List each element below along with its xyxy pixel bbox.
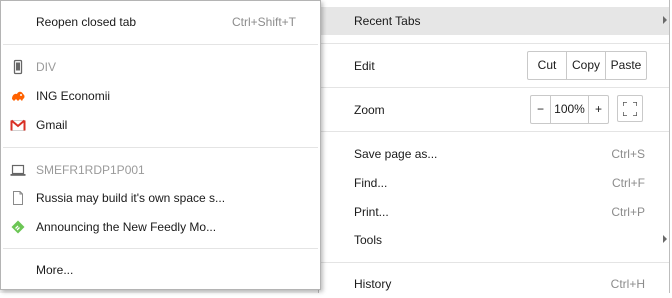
chrome-main-menu: Recent Tabs Edit Cut Copy Paste Zoom − 1… <box>318 0 670 293</box>
zoom-out-button[interactable]: − <box>531 96 550 123</box>
menu-item-more[interactable]: More... <box>1 256 320 284</box>
device-header-smefr1rdp1p001: SMEFR1RDP1P001 <box>1 156 320 184</box>
zoom-in-button[interactable]: + <box>588 96 608 123</box>
tab-title: ING Economii <box>36 89 111 103</box>
edit-button-group: Cut Copy Paste <box>527 51 647 80</box>
shortcut-label: Ctrl+S <box>611 147 645 161</box>
cut-button[interactable]: Cut <box>528 52 566 79</box>
menu-separator <box>319 87 669 88</box>
menu-separator <box>319 262 669 263</box>
zoom-level: 100% <box>550 96 588 123</box>
laptop-icon <box>10 164 26 176</box>
feedly-icon <box>11 220 25 234</box>
shortcut-label: Ctrl+H <box>610 277 645 291</box>
menu-item-label: Print... <box>354 205 389 219</box>
recent-tabs-submenu: Reopen closed tab Ctrl+Shift+T DIV ING E… <box>0 0 321 290</box>
tab-title: Russia may build it's own space s... <box>36 191 226 205</box>
menu-item-recent-tabs[interactable]: Recent Tabs <box>319 7 669 35</box>
menu-item-label: Zoom <box>354 103 385 117</box>
tab-title: Gmail <box>36 118 68 132</box>
zoom-control: − 100% + <box>530 95 609 124</box>
menu-item-reopen-closed-tab[interactable]: Reopen closed tab Ctrl+Shift+T <box>1 8 320 36</box>
submenu-arrow-icon <box>663 235 667 243</box>
fullscreen-button[interactable] <box>617 95 643 122</box>
menu-separator <box>3 44 318 45</box>
menu-separator <box>3 147 318 148</box>
fullscreen-icon <box>623 102 637 116</box>
menu-separator <box>319 131 669 132</box>
device-name: SMEFR1RDP1P001 <box>36 163 145 177</box>
menu-separator <box>3 248 318 249</box>
recent-tab-item[interactable]: Gmail <box>1 111 320 139</box>
menu-item-label: More... <box>36 263 74 277</box>
recent-tab-item[interactable]: Announcing the New Feedly Mo... <box>1 213 320 241</box>
menu-item-label: Find... <box>354 176 388 190</box>
menu-item-label: History <box>354 277 392 291</box>
menu-item-label: Save page as... <box>354 147 438 161</box>
shortcut-label: Ctrl+Shift+T <box>231 15 296 29</box>
menu-item-label: Edit <box>354 59 375 73</box>
gmail-icon <box>10 119 26 131</box>
ing-lion-icon <box>12 91 25 101</box>
shortcut-label: Ctrl+F <box>612 176 645 190</box>
menu-item-label: Reopen closed tab <box>36 15 137 29</box>
device-name: DIV <box>36 60 57 74</box>
menu-item-print[interactable]: Print... Ctrl+P <box>319 198 669 226</box>
menu-separator <box>319 43 669 44</box>
menu-item-save-page[interactable]: Save page as... Ctrl+S <box>319 140 669 168</box>
recent-tab-item[interactable]: Russia may build it's own space s... <box>1 184 320 212</box>
device-header-div: DIV <box>1 53 320 81</box>
submenu-arrow-icon <box>663 16 667 24</box>
menu-item-history[interactable]: History Ctrl+H <box>319 270 669 298</box>
menu-item-label: Tools <box>354 233 383 247</box>
phone-icon <box>13 59 23 75</box>
menu-item-find[interactable]: Find... Ctrl+F <box>319 169 669 197</box>
copy-button[interactable]: Copy <box>566 52 605 79</box>
tab-title: Announcing the New Feedly Mo... <box>36 220 217 234</box>
shortcut-label: Ctrl+P <box>611 205 645 219</box>
recent-tab-item[interactable]: ING Economii <box>1 82 320 110</box>
menu-item-label: Recent Tabs <box>354 14 421 28</box>
paste-button[interactable]: Paste <box>605 52 646 79</box>
menu-item-tools[interactable]: Tools <box>319 226 669 254</box>
page-icon <box>13 191 23 205</box>
